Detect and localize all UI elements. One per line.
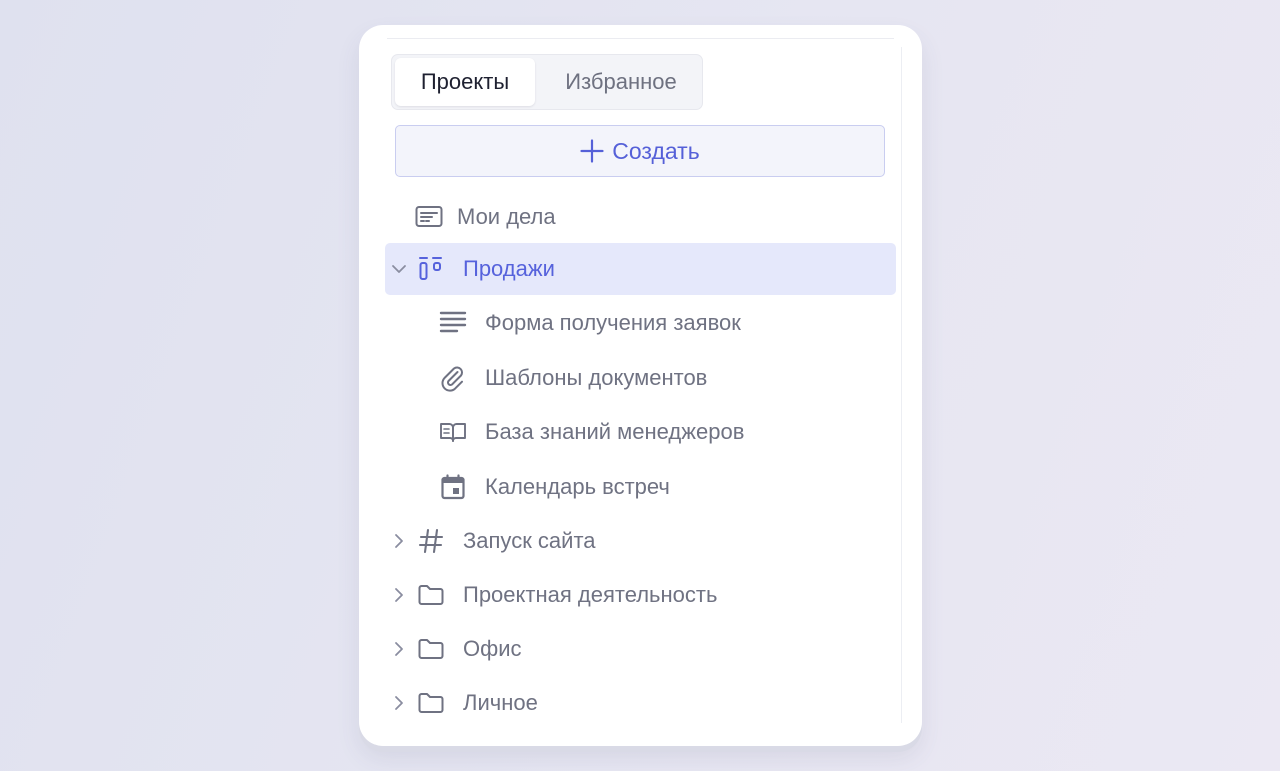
nav-item-label: Мои дела	[457, 204, 556, 229]
nav-item-my-tasks[interactable]: Мои дела	[385, 191, 896, 243]
nav-item-doc-templates[interactable]: Шаблоны документов	[385, 352, 896, 404]
nav-item-label: Продажи	[463, 256, 555, 281]
projects-panel: Проекты Избранное Создать Мои дела Прода…	[359, 25, 922, 746]
inbox-card-icon	[415, 203, 443, 231]
chevron-right-icon[interactable]	[389, 531, 409, 551]
tab-projects[interactable]: Проекты	[395, 58, 535, 106]
nav-item-label: Форма получения заявок	[485, 310, 741, 335]
tab-switcher: Проекты Избранное	[391, 54, 703, 110]
folder-icon	[417, 689, 445, 717]
nav-item-label: Офис	[463, 636, 522, 661]
tab-favorites[interactable]: Избранное	[542, 58, 700, 106]
form-lines-icon	[439, 309, 467, 337]
chevron-right-icon[interactable]	[389, 639, 409, 659]
nav-item-site-launch[interactable]: Запуск сайта	[385, 515, 896, 567]
nav-item-knowledge-base[interactable]: База знаний менеджеров	[385, 406, 896, 458]
scrollbar-track[interactable]	[901, 47, 902, 723]
hash-icon	[417, 527, 445, 555]
folder-icon	[417, 581, 445, 609]
nav-item-label: Шаблоны документов	[485, 365, 708, 390]
nav-item-label: Календарь встреч	[485, 474, 670, 499]
top-divider	[387, 38, 894, 39]
chevron-right-icon[interactable]	[389, 693, 409, 713]
nav-item-sales[interactable]: Продажи	[385, 243, 896, 295]
create-button[interactable]: Создать	[395, 125, 885, 177]
chevron-down-icon[interactable]	[389, 259, 409, 279]
nav-item-project-activity[interactable]: Проектная деятельность	[385, 569, 896, 621]
nav-item-label: Личное	[463, 690, 538, 715]
folder-icon	[417, 635, 445, 663]
calendar-icon	[439, 473, 467, 501]
board-icon	[417, 255, 445, 283]
nav-item-personal[interactable]: Личное	[385, 677, 896, 729]
chevron-right-icon[interactable]	[389, 585, 409, 605]
plus-icon	[580, 139, 604, 163]
book-icon	[439, 418, 467, 446]
create-button-label: Создать	[612, 137, 700, 164]
nav-item-label: Запуск сайта	[463, 528, 596, 553]
nav-item-office[interactable]: Офис	[385, 623, 896, 675]
paperclip-icon	[439, 364, 467, 392]
nav-item-label: Проектная деятельность	[463, 582, 718, 607]
nav-item-label: База знаний менеджеров	[485, 419, 745, 444]
nav-item-meetings-calendar[interactable]: Календарь встреч	[385, 461, 896, 513]
nav-item-request-form[interactable]: Форма получения заявок	[385, 297, 896, 349]
